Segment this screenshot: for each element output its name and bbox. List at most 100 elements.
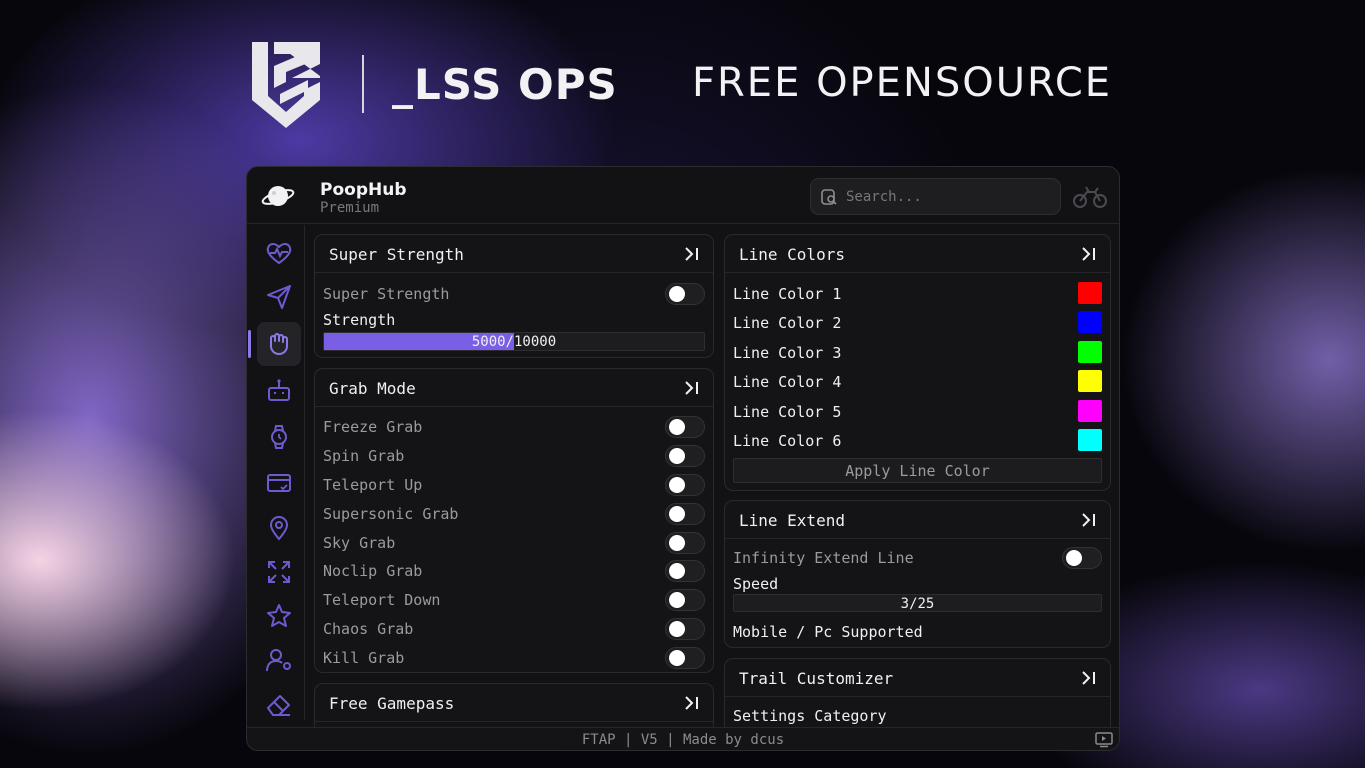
support-note: Mobile / Pc Supported — [733, 623, 923, 641]
panel-header[interactable]: Trail Customizer — [725, 659, 1110, 697]
panel-line-colors: Line Colors Line Color 1 Line Color 2 Li… — [724, 234, 1111, 491]
slider-label: Speed — [733, 575, 779, 593]
grab-option-row: Noclip Grab — [323, 558, 705, 584]
line-color-row: Line Color 6 — [733, 428, 1102, 454]
line-color-row: Line Color 2 — [733, 310, 1102, 336]
color-swatch-6[interactable] — [1078, 429, 1102, 451]
panel-title: Line Colors — [739, 245, 845, 264]
sidebar-item-health[interactable] — [257, 231, 301, 275]
grab-option-label: Teleport Down — [323, 591, 441, 609]
teleport-up-toggle[interactable] — [665, 474, 705, 496]
panel-free-gamepass: Free Gamepass — [314, 683, 714, 727]
sidebar-item-location[interactable] — [257, 506, 301, 550]
sidebar-item-eraser[interactable] — [257, 682, 301, 726]
teleport-down-toggle[interactable] — [665, 589, 705, 611]
grab-hand-icon — [270, 333, 288, 355]
color-swatch-2[interactable] — [1078, 311, 1102, 333]
search-input[interactable] — [846, 188, 1036, 205]
brand-divider — [362, 55, 364, 113]
speed-slider[interactable]: 3/25 — [733, 594, 1102, 612]
sidebar-item-card[interactable] — [257, 461, 301, 505]
sidebar-item-send[interactable] — [257, 275, 301, 319]
grab-option-label: Teleport Up — [323, 476, 423, 494]
strength-slider[interactable]: 5000/10000 — [323, 332, 705, 351]
grab-option-label: Freeze Grab — [323, 418, 423, 436]
motorcycle-icon[interactable] — [1073, 182, 1107, 210]
grab-option-label: Spin Grab — [323, 447, 405, 465]
panel-title: Line Extend — [739, 511, 845, 530]
color-swatch-3[interactable] — [1078, 341, 1102, 363]
grab-option-row: Spin Grab — [323, 443, 705, 469]
app-title: PoopHub — [320, 180, 407, 200]
heart-pulse-icon — [266, 243, 292, 265]
sky-grab-toggle[interactable] — [665, 532, 705, 554]
panel-title: Free Gamepass — [329, 694, 455, 713]
collapse-icon[interactable] — [683, 246, 701, 262]
panel-header[interactable]: Line Colors — [725, 235, 1110, 273]
speed-slider-value: 3/25 — [900, 596, 935, 612]
collapse-icon[interactable] — [1080, 246, 1098, 262]
toggle-row: Infinity Extend Line — [733, 545, 1102, 571]
chaos-grab-toggle[interactable] — [665, 618, 705, 640]
grab-option-label: Sky Grab — [323, 534, 396, 552]
lss-shield-logo-icon — [252, 42, 320, 128]
note-row: Mobile / Pc Supported — [733, 619, 1102, 645]
grab-option-label: Chaos Grab — [323, 620, 414, 638]
panel-header[interactable]: Super Strength — [315, 235, 713, 273]
color-swatch-5[interactable] — [1078, 400, 1102, 422]
map-pin-icon — [269, 516, 289, 541]
sidebar-item-grab[interactable] — [248, 322, 301, 366]
collapse-icon[interactable] — [1080, 670, 1098, 686]
apply-line-color-button[interactable]: Apply Line Color — [733, 458, 1102, 483]
line-color-row: Line Color 4 — [733, 369, 1102, 395]
line-color-label: Line Color 6 — [733, 432, 842, 450]
color-swatch-1[interactable] — [1078, 282, 1102, 304]
watch-icon — [271, 425, 287, 449]
card-icon — [267, 474, 291, 492]
footer: FTAP | V5 | Made by dcus — [247, 727, 1119, 750]
collapse-icon[interactable] — [1080, 512, 1098, 528]
color-swatch-4[interactable] — [1078, 370, 1102, 392]
grab-option-label: Kill Grab — [323, 649, 405, 667]
expand-icon — [268, 561, 290, 583]
sidebar-item-robot[interactable] — [257, 369, 301, 413]
panel-header[interactable]: Grab Mode — [315, 369, 713, 407]
sidebar-item-favorites[interactable] — [257, 594, 301, 638]
super-strength-toggle[interactable] — [665, 283, 705, 305]
footer-text: FTAP | V5 | Made by dcus — [581, 732, 785, 748]
app-window: PoopHub Premium Search... Super Strength… — [246, 166, 1120, 751]
line-color-label: Line Color 1 — [733, 285, 842, 303]
sidebar-item-expand[interactable] — [257, 550, 301, 594]
collapse-icon[interactable] — [683, 695, 701, 711]
line-color-row: Line Color 1 — [733, 281, 1102, 307]
kill-grab-toggle[interactable] — [665, 647, 705, 669]
app-subtitle: Premium — [320, 200, 380, 216]
sidebar-item-user-settings[interactable] — [257, 638, 301, 682]
sidebar-item-watch[interactable] — [257, 415, 301, 459]
panel-trail-customizer: Trail Customizer Settings Category — [724, 658, 1111, 727]
sidebar — [247, 225, 305, 720]
freeze-grab-toggle[interactable] — [665, 416, 705, 438]
grab-option-row: Chaos Grab — [323, 616, 705, 642]
panel-header[interactable]: Line Extend — [725, 501, 1110, 539]
line-color-row: Line Color 3 — [733, 340, 1102, 366]
grab-option-label: Noclip Grab — [323, 562, 423, 580]
collapse-icon[interactable] — [683, 380, 701, 396]
category-row: Settings Category — [733, 703, 1102, 727]
monitor-icon[interactable] — [1095, 731, 1113, 748]
infinity-extend-toggle[interactable] — [1062, 547, 1102, 569]
panel-title: Trail Customizer — [739, 669, 894, 688]
panel-super-strength: Super Strength Super Strength Strength 5… — [314, 234, 714, 358]
spin-grab-toggle[interactable] — [665, 445, 705, 467]
line-color-label: Line Color 3 — [733, 344, 842, 362]
supersonic-grab-toggle[interactable] — [665, 503, 705, 525]
strength-slider-value: 5000/10000 — [471, 334, 557, 350]
line-color-row: Line Color 5 — [733, 399, 1102, 425]
panel-title: Grab Mode — [329, 379, 416, 398]
grab-option-row: Kill Grab — [323, 645, 705, 671]
brand-name: _LSS OPS — [392, 59, 618, 109]
panel-header[interactable]: Free Gamepass — [315, 684, 713, 722]
search-box[interactable] — [810, 178, 1061, 215]
grab-option-label: Supersonic Grab — [323, 505, 459, 523]
noclip-grab-toggle[interactable] — [665, 560, 705, 582]
